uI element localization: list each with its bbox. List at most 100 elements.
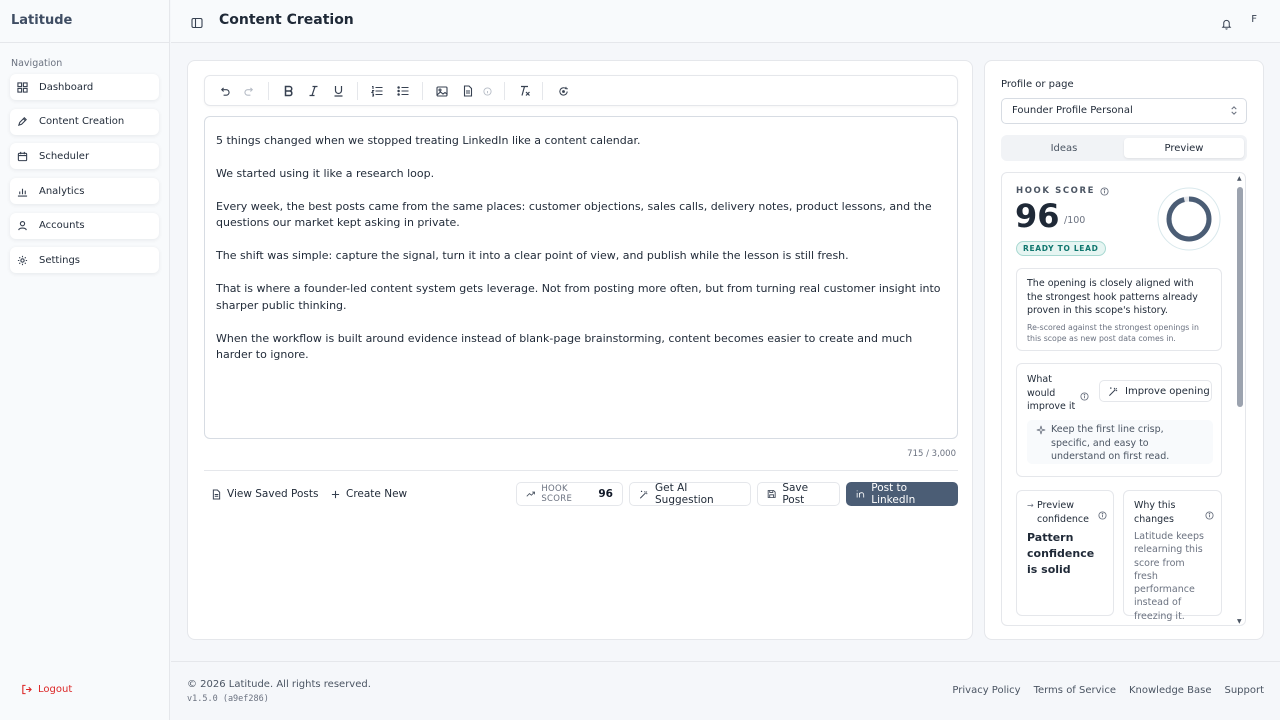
save-post-label: Save Post <box>782 482 809 506</box>
divider <box>204 470 958 471</box>
post-to-linkedin-label: Post to LinkedIn <box>871 482 916 506</box>
bold-icon[interactable] <box>281 84 295 98</box>
italic-icon[interactable] <box>306 84 320 98</box>
hook-score-label-text: HOOK SCORE <box>1016 186 1096 196</box>
why-changes-text: Latitude keeps relearning this score fro… <box>1134 531 1204 622</box>
view-saved-posts-label: View Saved Posts <box>227 488 319 500</box>
refresh-icon[interactable] <box>556 84 570 98</box>
improve-card: What would improve it Improve opening Ke… <box>1016 363 1222 477</box>
post-to-linkedin-button[interactable]: Post to LinkedIn <box>846 482 958 506</box>
notification-bell-icon[interactable] <box>1221 15 1232 34</box>
preview-confidence-value: Pattern confidence is solid <box>1027 531 1095 576</box>
version-label: v1.5.0 (a9ef286) <box>187 694 269 704</box>
get-ai-suggestion-button[interactable]: Get AI Suggestion <box>629 482 751 506</box>
undo-icon[interactable] <box>217 84 231 98</box>
improve-tip-text: Keep the first line crisp, specific, and… <box>1051 424 1170 462</box>
scrollbar[interactable]: ▲ ▼ <box>1236 175 1244 625</box>
editor-paragraph: That is where a founder-led content syst… <box>216 282 941 312</box>
brand-logo[interactable]: Latitude <box>0 0 169 43</box>
sidebar-item-accounts[interactable]: Accounts <box>10 212 159 239</box>
save-icon <box>767 490 776 498</box>
hook-score-chip-label: HOOK SCORE <box>541 484 573 504</box>
nav-heading: Navigation <box>11 58 63 69</box>
scroll-up-icon[interactable]: ▲ <box>1237 175 1242 182</box>
page-title: Content Creation <box>219 12 354 28</box>
image-icon[interactable] <box>435 84 449 98</box>
sidebar-nav: Dashboard Content Creation Scheduler Ana… <box>0 69 169 274</box>
redo-icon[interactable] <box>242 84 256 98</box>
preview-confidence-heading: Preview confidence <box>1037 500 1090 525</box>
footer-links: Privacy Policy Terms of Service Knowledg… <box>939 685 1264 696</box>
calendar-icon <box>17 149 39 163</box>
sparkle-icon <box>1036 425 1046 435</box>
toolbar-divider <box>357 82 358 100</box>
sidebar-item-content-creation[interactable]: Content Creation <box>10 108 159 135</box>
document-icon[interactable] <box>461 84 475 98</box>
clear-format-icon[interactable] <box>517 84 531 98</box>
top-header: Content Creation F <box>171 0 1280 43</box>
info-icon[interactable] <box>1080 386 1089 405</box>
sidebar-item-label: Analytics <box>39 185 85 197</box>
view-saved-posts-button[interactable]: View Saved Posts <box>212 488 318 500</box>
plus-icon <box>331 490 340 498</box>
why-changes-card: Why this changes Latitude keeps relearni… <box>1123 490 1222 622</box>
profile-select[interactable]: Founder Profile Personal <box>1001 98 1247 124</box>
preview-panel: Profile or page Founder Profile Personal… <box>984 60 1264 640</box>
tab-ideas[interactable]: Ideas <box>1004 138 1124 158</box>
user-icon <box>17 219 39 233</box>
hook-score-value: 96 <box>1015 197 1060 235</box>
hook-score-max: /100 <box>1064 215 1086 226</box>
get-ai-suggestion-label: Get AI Suggestion <box>655 482 714 506</box>
footer: © 2026 Latitude. All rights reserved. v1… <box>171 661 1280 720</box>
character-count: 715 / 3,000 <box>907 449 956 459</box>
improve-tip: Keep the first line crisp, specific, and… <box>1027 420 1213 464</box>
create-new-label: Create New <box>346 488 408 500</box>
info-icon[interactable] <box>1100 186 1109 196</box>
tab-preview[interactable]: Preview <box>1124 138 1244 158</box>
info-icon[interactable] <box>1098 505 1107 524</box>
editor-toolbar <box>204 75 958 106</box>
sidebar-item-scheduler[interactable]: Scheduler <box>10 143 159 170</box>
info-icon[interactable] <box>1205 505 1214 524</box>
improve-question: What would improve it <box>1027 374 1076 412</box>
scrollbar-thumb[interactable] <box>1237 187 1243 407</box>
footer-link-privacy[interactable]: Privacy Policy <box>952 685 1020 696</box>
panel-tabs: Ideas Preview <box>1001 135 1247 161</box>
create-new-button[interactable]: Create New <box>331 488 407 500</box>
sidebar-item-analytics[interactable]: Analytics <box>10 178 159 205</box>
avatar[interactable]: F <box>1251 14 1257 25</box>
logout-button[interactable]: Logout <box>21 684 72 695</box>
copyright: © 2026 Latitude. All rights reserved. <box>187 679 371 690</box>
file-icon <box>212 489 221 499</box>
footer-link-terms[interactable]: Terms of Service <box>1034 685 1116 696</box>
hook-summary-text: The opening is closely aligned with the … <box>1027 278 1198 316</box>
improve-opening-button[interactable]: Improve opening <box>1099 380 1212 402</box>
footer-link-knowledge-base[interactable]: Knowledge Base <box>1129 685 1212 696</box>
logout-label: Logout <box>38 684 73 695</box>
editor-card: 5 things changed when we stopped treatin… <box>187 60 973 640</box>
improve-opening-label: Improve opening <box>1125 385 1210 397</box>
underline-icon[interactable] <box>331 84 345 98</box>
sidebar-toggle-icon[interactable] <box>191 14 205 29</box>
sidebar-item-label: Accounts <box>39 220 85 232</box>
footer-link-support[interactable]: Support <box>1224 685 1264 696</box>
status-badge: READY TO LEAD <box>1016 241 1106 256</box>
preview-confidence-card: Preview confidence → Pattern confidence … <box>1016 490 1114 616</box>
sidebar-item-settings[interactable]: Settings <box>10 247 159 274</box>
ordered-list-icon[interactable] <box>370 84 384 98</box>
sidebar-item-label: Settings <box>39 254 81 266</box>
sidebar: Latitude Navigation Dashboard Content Cr… <box>0 0 170 720</box>
scroll-down-icon[interactable]: ▼ <box>1237 618 1242 625</box>
magic-wand-icon <box>1109 386 1118 396</box>
sidebar-item-dashboard[interactable]: Dashboard <box>10 74 159 100</box>
profile-select-value: Founder Profile Personal <box>1012 105 1133 116</box>
pen-icon <box>17 115 39 129</box>
editor-paragraph: We started using it like a research loop… <box>216 166 435 180</box>
save-post-button[interactable]: Save Post <box>757 482 840 506</box>
preview-scroll-area[interactable]: HOOK SCORE 96 /100 READY TO LEAD The ope… <box>1001 172 1246 626</box>
logout-icon <box>22 684 32 695</box>
post-editor[interactable]: 5 things changed when we stopped treatin… <box>204 116 958 439</box>
hook-score-ring <box>1157 187 1221 251</box>
toolbar-divider <box>504 82 505 100</box>
bullet-list-icon[interactable] <box>396 84 410 98</box>
